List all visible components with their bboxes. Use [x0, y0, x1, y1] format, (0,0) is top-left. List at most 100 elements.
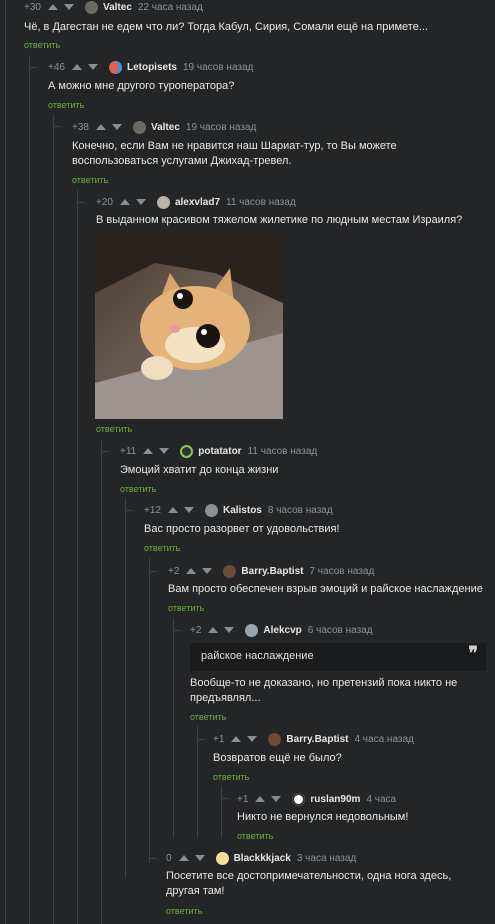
- upvote-icon[interactable]: [71, 64, 82, 70]
- blockquote: райское наслаждение ❞: [190, 643, 486, 671]
- timestamp[interactable]: 4 часа назад: [354, 734, 413, 745]
- timestamp[interactable]: 8 часов назад: [268, 505, 333, 516]
- cat-image[interactable]: [95, 233, 283, 419]
- rating: +11: [120, 445, 137, 457]
- reply-link[interactable]: ответить: [48, 100, 84, 110]
- comment-text: Возвратов ещё не было?: [213, 752, 342, 764]
- downvote-icon[interactable]: [135, 199, 146, 205]
- timestamp[interactable]: 19 часов назад: [183, 62, 253, 73]
- upvote-icon[interactable]: [255, 796, 266, 802]
- username[interactable]: Letopisets: [127, 62, 177, 73]
- avatar[interactable]: [223, 564, 237, 578]
- rating: +12: [144, 504, 161, 516]
- comment-header: +1 ruslan90m 4 часа: [237, 792, 396, 806]
- upvote-icon[interactable]: [167, 507, 178, 513]
- comment-text: Вам просто обеспечен взрыв эмоций и райс…: [168, 583, 483, 595]
- upvote-icon[interactable]: [95, 124, 106, 130]
- avatar[interactable]: [180, 444, 194, 458]
- thread-line[interactable]: [173, 618, 174, 838]
- thread-branch: [149, 858, 157, 859]
- username[interactable]: Valtec: [151, 122, 180, 133]
- upvote-icon[interactable]: [208, 627, 219, 633]
- thread-line[interactable]: [77, 190, 78, 924]
- thread-line[interactable]: [101, 440, 102, 924]
- upvote-icon[interactable]: [47, 4, 58, 10]
- username[interactable]: Alekcvp: [263, 625, 301, 636]
- reply-link[interactable]: ответить: [166, 906, 202, 916]
- thread-branch: [221, 798, 229, 799]
- timestamp[interactable]: 3 часа назад: [297, 853, 356, 864]
- reply-link[interactable]: ответить: [120, 484, 156, 494]
- comment-header: +46 Letopisets 19 часов назад: [48, 60, 253, 74]
- username[interactable]: Kalistos: [223, 505, 262, 516]
- downvote-icon[interactable]: [111, 124, 122, 130]
- comment-header: +2 Alekcvp 6 часов назад: [190, 623, 373, 637]
- downvote-icon[interactable]: [247, 736, 258, 742]
- avatar[interactable]: [84, 0, 98, 14]
- thread-line[interactable]: [29, 55, 30, 924]
- reply-link[interactable]: ответить: [237, 831, 273, 841]
- avatar[interactable]: [156, 195, 170, 209]
- thread-branch: [53, 126, 61, 127]
- thread-line[interactable]: [5, 0, 6, 924]
- avatar[interactable]: [245, 623, 259, 637]
- upvote-icon[interactable]: [178, 855, 189, 861]
- timestamp[interactable]: 6 часов назад: [308, 625, 373, 636]
- comment-header: +20 alexvlad7 11 часов назад: [96, 195, 296, 209]
- thread-line[interactable]: [125, 498, 126, 878]
- reply-link[interactable]: ответить: [144, 543, 180, 553]
- avatar[interactable]: [132, 120, 146, 134]
- username[interactable]: alexvlad7: [175, 197, 220, 208]
- comment-text: Чё, в Дагестан не едем что ли? Тогда Каб…: [24, 21, 428, 33]
- rating: +1: [237, 793, 249, 805]
- downvote-icon[interactable]: [183, 507, 194, 513]
- avatar[interactable]: [268, 732, 282, 746]
- downvote-icon[interactable]: [202, 568, 213, 574]
- reply-link[interactable]: ответить: [24, 40, 60, 50]
- thread-branch: [29, 67, 37, 68]
- upvote-icon[interactable]: [186, 568, 197, 574]
- thread-line[interactable]: [53, 115, 54, 924]
- upvote-icon[interactable]: [119, 199, 130, 205]
- reply-link[interactable]: ответить: [168, 603, 204, 613]
- avatar[interactable]: [215, 851, 229, 865]
- reply-link[interactable]: ответить: [213, 772, 249, 782]
- upvote-icon[interactable]: [143, 448, 154, 454]
- avatar[interactable]: [108, 60, 122, 74]
- comment-text: Конечно, если Вам не нравится наш Шариат…: [72, 140, 397, 167]
- timestamp[interactable]: 11 часов назад: [226, 197, 296, 208]
- comment-text: Посетите все достопримечательности, одна…: [166, 870, 452, 897]
- username[interactable]: Blackkkjack: [234, 853, 291, 864]
- downvote-icon[interactable]: [159, 448, 170, 454]
- downvote-icon[interactable]: [63, 4, 74, 10]
- downvote-icon[interactable]: [87, 64, 98, 70]
- avatar[interactable]: [204, 503, 218, 517]
- downvote-icon[interactable]: [194, 855, 205, 861]
- timestamp[interactable]: 22 часа назад: [138, 2, 203, 13]
- thread-line[interactable]: [221, 786, 222, 838]
- avatar[interactable]: [292, 792, 306, 806]
- timestamp[interactable]: 11 часов назад: [248, 446, 318, 457]
- username[interactable]: Barry.Baptist: [241, 566, 303, 577]
- thread-branch: [173, 630, 181, 631]
- thread-line[interactable]: [149, 558, 150, 863]
- comment-header: 0 Blackkkjack 3 часа назад: [166, 851, 356, 865]
- reply-link[interactable]: ответить: [190, 712, 226, 722]
- username[interactable]: ruslan90m: [310, 794, 360, 805]
- downvote-icon[interactable]: [271, 796, 282, 802]
- comment-text: А можно мне другого туроператора?: [48, 80, 235, 92]
- reply-link[interactable]: ответить: [72, 175, 108, 185]
- thread-line[interactable]: [197, 726, 198, 838]
- rating: +1: [213, 733, 225, 745]
- username[interactable]: Valtec: [103, 2, 132, 13]
- downvote-icon[interactable]: [224, 627, 235, 633]
- timestamp[interactable]: 7 часов назад: [309, 566, 374, 577]
- comment-header: +12 Kalistos 8 часов назад: [144, 503, 333, 517]
- comment-text: Вообще-то не доказано, но претензий пока…: [190, 677, 458, 704]
- reply-link[interactable]: ответить: [96, 424, 132, 434]
- username[interactable]: potatator: [198, 446, 241, 457]
- timestamp[interactable]: 19 часов назад: [186, 122, 256, 133]
- upvote-icon[interactable]: [231, 736, 242, 742]
- timestamp[interactable]: 4 часа: [366, 794, 396, 805]
- username[interactable]: Barry.Baptist: [286, 734, 348, 745]
